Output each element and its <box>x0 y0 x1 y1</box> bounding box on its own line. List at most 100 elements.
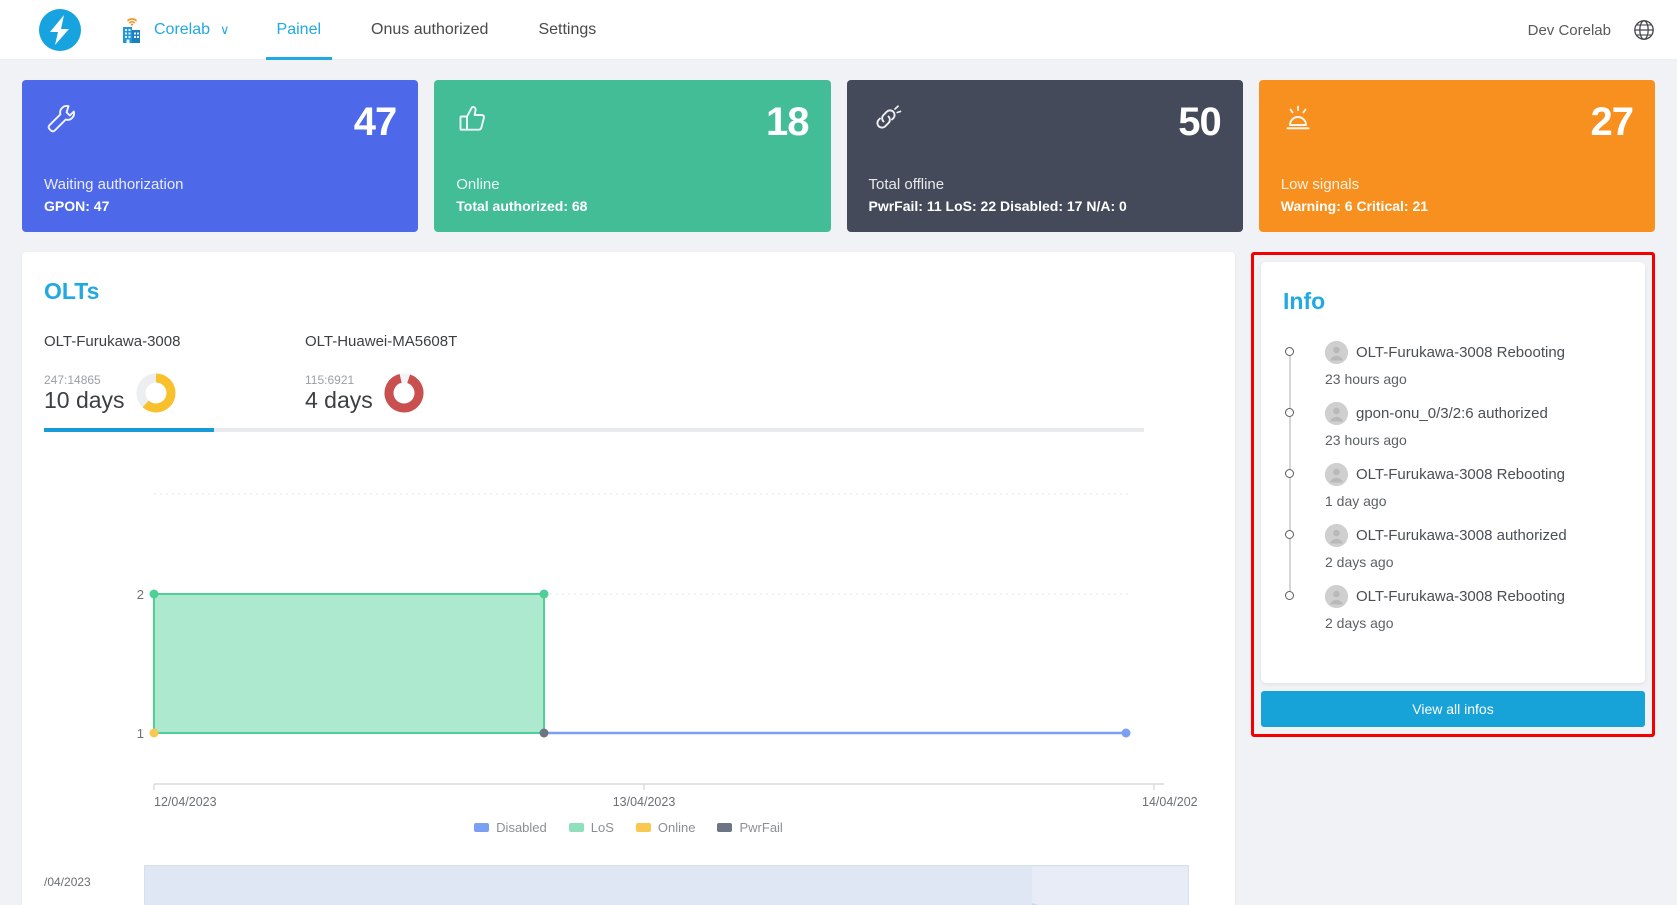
stat-card-total-offline[interactable]: 50 Total offline PwrFail: 11 LoS: 22 Dis… <box>847 80 1243 232</box>
olt-donut-chart-huawei <box>383 372 425 414</box>
info-panel-title: Info <box>1283 288 1623 315</box>
timeline-connector <box>1289 356 1290 408</box>
olt-tab-underline-active <box>44 428 214 432</box>
info-item-head: gpon-onu_0/3/2:6 authorized <box>1325 402 1623 425</box>
timeline-dot-icon <box>1285 591 1294 600</box>
info-item-time: 2 days ago <box>1325 554 1623 570</box>
info-item-head: OLT-Furukawa-3008 Rebooting <box>1325 341 1623 364</box>
stat-card-bottom: Waiting authorization GPON: 47 <box>44 176 396 214</box>
legend-item-los[interactable]: LoS <box>569 820 614 835</box>
info-timeline-item[interactable]: gpon-onu_0/3/2:6 authorized 23 hours ago <box>1283 402 1623 463</box>
data-point-los-end <box>540 590 549 599</box>
stat-card-sub: GPON: 47 <box>44 198 396 214</box>
info-item-head: OLT-Furukawa-3008 Rebooting <box>1325 463 1623 486</box>
legend-swatch-online <box>636 823 651 832</box>
data-point-pwrfail <box>540 729 549 738</box>
chart-datazoom[interactable]: /04/2023 <box>44 853 1213 899</box>
info-item-time: 2 days ago <box>1325 615 1623 631</box>
avatar <box>1325 524 1348 547</box>
timeline-connector <box>1289 417 1290 469</box>
timeline-connector <box>1289 539 1290 591</box>
globe-icon[interactable] <box>1633 19 1655 41</box>
x-tick-label-1: 13/04/2023 <box>613 795 676 809</box>
legend-label-online: Online <box>658 820 696 835</box>
logo-container[interactable] <box>0 8 120 52</box>
nav-item-settings[interactable]: Settings <box>513 0 621 60</box>
info-panel-highlight: Info OLT-Furukawa-3008 Rebooti <box>1251 252 1655 737</box>
legend-item-online[interactable]: Online <box>636 820 696 835</box>
stat-card-top: 47 <box>44 102 396 142</box>
olt-tab-meta: 115:6921 4 days <box>305 372 440 414</box>
stat-card-bottom: Online Total authorized: 68 <box>456 176 808 214</box>
stat-card-sub: PwrFail: 11 LoS: 22 Disabled: 17 N/A: 0 <box>869 198 1221 214</box>
chart-legend: Disabled LoS Online PwrFail <box>44 820 1213 835</box>
main-nav: Corelab ∨ Painel Onus authorized Setting… <box>120 0 621 60</box>
dashboard-body: OLTs OLT-Furukawa-3008 247:14865 10 days… <box>0 232 1677 905</box>
info-timeline-item[interactable]: OLT-Furukawa-3008 Rebooting 2 days ago <box>1283 585 1623 646</box>
info-timeline-item[interactable]: OLT-Furukawa-3008 authorized 2 days ago <box>1283 524 1623 585</box>
thumbs-up-icon <box>456 102 490 136</box>
info-item-head: OLT-Furukawa-3008 authorized <box>1325 524 1623 547</box>
olt-tab-stats: 247:14865 10 days <box>44 373 125 414</box>
org-name-label: Corelab <box>154 21 210 39</box>
olts-panel: OLTs OLT-Furukawa-3008 247:14865 10 days… <box>22 252 1235 905</box>
datazoom-selection[interactable] <box>145 866 1032 905</box>
olt-donut-chart-furukawa <box>135 372 177 414</box>
olt-uptime: 4 days <box>305 387 373 414</box>
info-timeline: OLT-Furukawa-3008 Rebooting 23 hours ago <box>1283 341 1623 646</box>
avatar <box>1325 402 1348 425</box>
olt-tab-furukawa-3008[interactable]: OLT-Furukawa-3008 247:14865 10 days <box>44 333 179 414</box>
olts-panel-title: OLTs <box>44 278 1213 305</box>
info-card: Info OLT-Furukawa-3008 Rebooti <box>1261 262 1645 683</box>
app-header: Corelab ∨ Painel Onus authorized Setting… <box>0 0 1677 60</box>
org-switcher[interactable]: Corelab ∨ <box>120 0 252 60</box>
datazoom-label: /04/2023 <box>44 875 91 889</box>
stat-card-label: Waiting authorization <box>44 176 396 193</box>
stat-card-sub: Total authorized: 68 <box>456 198 808 214</box>
avatar <box>1325 341 1348 364</box>
timeline-dot-icon <box>1285 408 1294 417</box>
alarm-light-icon <box>1281 102 1315 136</box>
view-all-infos-button[interactable]: View all infos <box>1261 691 1645 727</box>
user-avatar-icon <box>1325 402 1348 425</box>
olt-tab-huawei-ma5608t[interactable]: OLT-Huawei-MA5608T 115:6921 4 days <box>305 333 440 414</box>
stat-card-label: Low signals <box>1281 176 1633 193</box>
info-item-time: 1 day ago <box>1325 493 1623 509</box>
stat-card-value: 18 <box>766 102 809 142</box>
legend-label-disabled: Disabled <box>496 820 547 835</box>
olt-status-chart[interactable]: 2 1 12/0 <box>44 454 1213 814</box>
stat-card-bottom: Low signals Warning: 6 Critical: 21 <box>1281 176 1633 214</box>
info-item-text: OLT-Furukawa-3008 Rebooting <box>1356 588 1565 605</box>
olt-tab-name: OLT-Furukawa-3008 <box>44 333 179 350</box>
user-menu[interactable]: Dev Corelab <box>1528 22 1611 39</box>
stat-card-low-signals[interactable]: 27 Low signals Warning: 6 Critical: 21 <box>1259 80 1655 232</box>
broken-link-icon <box>869 102 903 136</box>
timeline-connector <box>1289 478 1290 530</box>
nav-item-onus-authorized[interactable]: Onus authorized <box>346 0 513 60</box>
stat-card-value: 50 <box>1178 102 1221 142</box>
stat-card-online[interactable]: 18 Online Total authorized: 68 <box>434 80 830 232</box>
olt-uptime: 10 days <box>44 387 125 414</box>
olt-tab-list: OLT-Furukawa-3008 247:14865 10 days OLT-… <box>44 333 1213 414</box>
stat-cards-row: 47 Waiting authorization GPON: 47 18 Onl… <box>0 60 1677 232</box>
legend-label-pwrfail: PwrFail <box>739 820 782 835</box>
stat-card-label: Total offline <box>869 176 1221 193</box>
datazoom-track[interactable] <box>144 865 1189 905</box>
olt-tab-meta: 247:14865 10 days <box>44 372 179 414</box>
nav-item-painel[interactable]: Painel <box>252 0 346 60</box>
stat-card-waiting-authorization[interactable]: 47 Waiting authorization GPON: 47 <box>22 80 418 232</box>
chart-canvas: 2 1 12/0 <box>44 454 1204 814</box>
legend-swatch-disabled <box>474 823 489 832</box>
legend-item-disabled[interactable]: Disabled <box>474 820 547 835</box>
data-point-online <box>150 729 159 738</box>
legend-item-pwrfail[interactable]: PwrFail <box>717 820 782 835</box>
info-timeline-item[interactable]: OLT-Furukawa-3008 Rebooting 1 day ago <box>1283 463 1623 524</box>
stat-card-top: 50 <box>869 102 1221 142</box>
data-point-los-start <box>150 590 159 599</box>
info-timeline-item[interactable]: OLT-Furukawa-3008 Rebooting 23 hours ago <box>1283 341 1623 402</box>
timeline-dot-icon <box>1285 347 1294 356</box>
stat-card-top: 18 <box>456 102 808 142</box>
lightning-bolt-logo <box>38 8 82 52</box>
stat-card-label: Online <box>456 176 808 193</box>
wrench-icon <box>44 102 78 136</box>
